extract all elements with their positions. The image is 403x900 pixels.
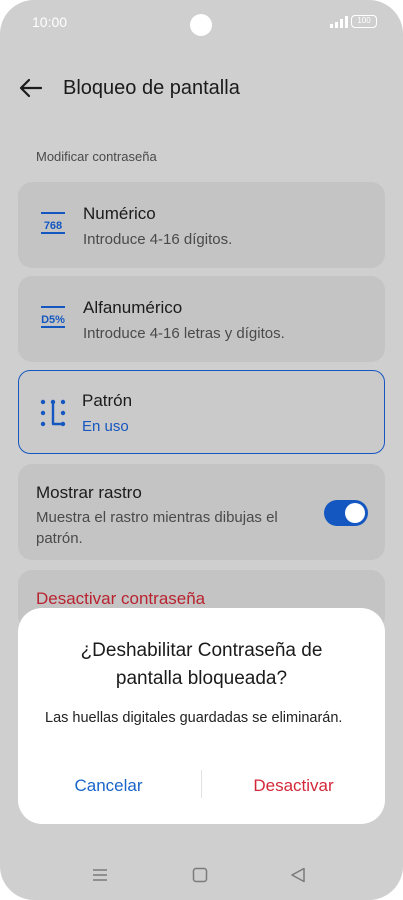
section-label: Modificar contraseña: [36, 149, 157, 164]
screen: 10:00 100 Bloqueo de pantalla Modificar …: [0, 0, 403, 900]
button-divider: [201, 770, 202, 798]
setting-title: Mostrar rastro: [36, 483, 142, 502]
camera-cutout: [190, 14, 212, 36]
option-title: Numérico: [83, 204, 156, 223]
cancel-button[interactable]: Cancelar: [26, 771, 191, 801]
dialog-title: ¿Deshabilitar Contraseña de pantalla blo…: [80, 640, 323, 689]
setting-description: Muestra el rastro mientras dibujas el pa…: [36, 509, 278, 547]
dialog-message: Las huellas digitales guardadas se elimi…: [45, 710, 343, 726]
signal-icon: [330, 16, 348, 28]
option-subtitle: Introduce 4-16 letras y dígitos.: [83, 325, 285, 342]
confirm-dialog: ¿Deshabilitar Contraseña de pantalla blo…: [18, 608, 385, 824]
show-trail-toggle[interactable]: [324, 500, 368, 526]
option-pattern[interactable]: Patrón En uso: [18, 370, 385, 454]
option-status: En uso: [82, 418, 129, 435]
pattern-icon: [40, 399, 66, 427]
menu-icon[interactable]: [91, 866, 109, 884]
toggle-knob: [345, 503, 365, 523]
navigation-bar: [0, 862, 403, 890]
home-square-icon[interactable]: [191, 866, 209, 884]
alphanumeric-d5-icon: D5%: [41, 306, 65, 328]
show-trail-setting: Mostrar rastro Muestra el rastro mientra…: [18, 464, 385, 560]
status-bar: 10:00 100: [0, 0, 403, 46]
status-time: 10:00: [32, 14, 68, 30]
back-arrow-icon[interactable]: [18, 76, 46, 100]
option-title: Alfanumérico: [83, 298, 183, 317]
option-subtitle: Introduce 4-16 dígitos.: [83, 231, 233, 248]
page-title: Bloqueo de pantalla: [63, 77, 240, 99]
deactivate-password-label: Desactivar contraseña: [36, 589, 206, 608]
svg-text:768: 768: [44, 220, 62, 232]
numeric-768-icon: 768: [41, 212, 65, 234]
option-numeric[interactable]: 768 Numérico Introduce 4-16 dígitos.: [18, 182, 385, 268]
option-alphanumeric[interactable]: D5% Alfanumérico Introduce 4-16 letras y…: [18, 276, 385, 362]
battery-icon: 100: [351, 15, 377, 28]
deactivate-button[interactable]: Desactivar: [211, 771, 376, 801]
option-title: Patrón: [82, 391, 133, 410]
svg-text:D5%: D5%: [41, 314, 65, 326]
back-triangle-icon[interactable]: [289, 866, 307, 884]
